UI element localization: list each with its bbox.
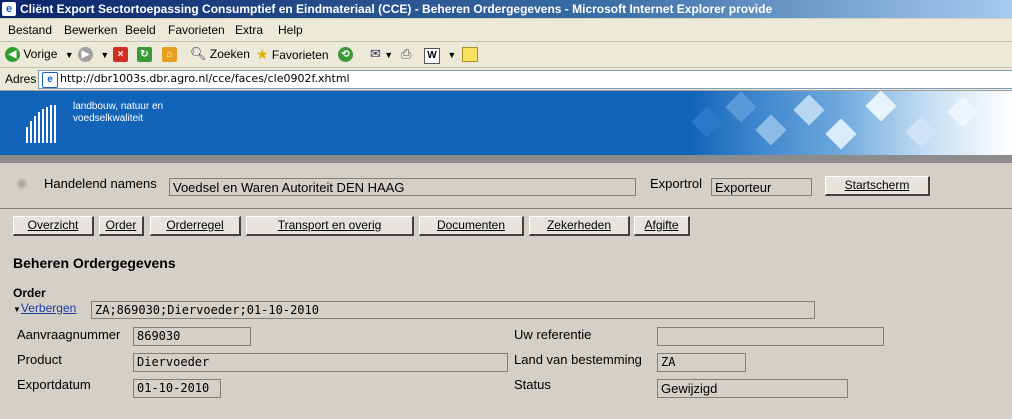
address-input[interactable]: e http://dbr1003s.dbr.agro.nl/cce/faces/… [38,70,1012,89]
hide-toggle[interactable]: ▼Verbergen [13,301,76,315]
search-icon: 🔍︎ [190,46,207,61]
exportdatum-field[interactable]: 01-10-2010 [133,379,221,398]
back-label: Vorige [23,47,58,61]
land-label: Land van bestemming [514,352,642,367]
window-title: Cliënt Export Sectortoepassing Consumpti… [20,2,773,16]
favorites-button[interactable]: ★ Favorieten [256,45,329,63]
exportrol-label: Exportrol [650,176,703,191]
history-icon: ⟲ [338,47,353,63]
home-button[interactable]: ⌂ [162,45,177,63]
address-url: http://dbr1003s.dbr.agro.nl/cce/faces/cl… [60,72,350,85]
printer-icon: ⎙ [401,46,412,61]
edit-button[interactable]: W ▼ [424,45,456,64]
divider [0,208,1012,209]
land-field[interactable]: ZA [657,353,746,372]
nav-order-button[interactable]: Order [99,216,144,236]
forward-arrow-icon: ▶ [78,47,93,63]
favorites-label: Favorieten [271,48,329,62]
aanvraagnummer-field[interactable]: 869030 [133,327,251,346]
address-label: Adres [5,72,37,86]
print-button[interactable]: ⎙ [401,45,411,63]
ie-logo-icon: e [2,2,16,16]
menu-extra[interactable]: Extra [235,23,263,37]
status-field[interactable]: Gewijzigd [657,379,848,398]
menu-help[interactable]: Help [278,23,303,37]
hide-link[interactable]: Verbergen [21,301,76,315]
menu-bar: Bestand Bewerken Beeld Favorieten Extra … [0,19,1012,42]
section-title: Order [13,286,46,300]
exportdatum-label: Exportdatum [17,377,91,392]
ministry-logo-icon [26,105,60,143]
nav-zekerheden-button[interactable]: Zekerheden [529,216,630,236]
order-summary-field: ZA;869030;Diervoeder;01-10-2010 [91,301,815,319]
ministry-name-line2: voedselkwaliteit [73,113,144,124]
window-title-bar: e Cliënt Export Sectortoepassing Consump… [0,0,1012,18]
status-label: Status [514,377,551,392]
aanvraagnummer-label: Aanvraagnummer [17,327,121,342]
exportrol-field[interactable]: Exporteur [711,178,812,196]
mail-button[interactable]: ✉ ▼ [370,45,393,63]
note-icon [462,47,478,63]
menu-bestand[interactable]: Bestand [8,23,52,37]
referentie-label: Uw referentie [514,327,592,342]
product-field[interactable]: Diervoeder [133,353,508,372]
address-bar: Adres e http://dbr1003s.dbr.agro.nl/cce/… [0,68,1012,91]
menu-bewerken[interactable]: Bewerken [64,23,117,37]
stop-button[interactable]: × [113,45,128,63]
nav-orderregel-button[interactable]: Orderregel [150,216,241,236]
header-pattern [690,91,1012,155]
menu-beeld[interactable]: Beeld [125,23,156,37]
startscherm-button[interactable]: Startscherm [825,176,930,196]
site-header: landbouw, natuur en voedselkwaliteit [0,91,1012,155]
search-button[interactable]: 🔍︎ Zoeken [190,45,250,63]
referentie-field[interactable] [657,327,884,346]
header-divider [0,155,1012,163]
back-button[interactable]: ◀ Vorige ▼ [5,45,74,63]
refresh-icon: ↻ [137,47,152,63]
home-icon: ⌂ [162,47,177,63]
word-edit-icon: W [424,48,440,64]
nav-overzicht-button[interactable]: Overzicht [13,216,94,236]
product-label: Product [17,352,62,367]
dropdown-arrow-icon[interactable]: ▼ [65,50,74,60]
stop-icon: × [113,47,128,63]
nav-transport-button[interactable]: Transport en overig [246,216,414,236]
search-label: Zoeken [209,47,250,61]
forward-button[interactable]: ▶ ▼ [78,45,109,63]
star-icon: ★ [256,46,269,62]
triangle-down-icon: ▼ [13,305,21,314]
handelend-label: Handelend namens [44,176,157,191]
dropdown-arrow-icon[interactable]: ▼ [384,50,393,60]
ministry-name: landbouw, natuur en voedselkwaliteit [73,101,163,125]
page-title: Beheren Ordergegevens [13,255,176,271]
history-button[interactable]: ⟲ [338,45,353,63]
dropdown-arrow-icon[interactable]: ▼ [447,50,456,60]
toolbar: ◀ Vorige ▼ ▶ ▼ × ↻ ⌂ 🔍︎ Zoeken ★ Favorie… [0,42,1012,68]
refresh-button[interactable]: ↻ [137,45,152,63]
dropdown-arrow-icon[interactable]: ▼ [100,50,109,60]
nav-documenten-button[interactable]: Documenten [419,216,524,236]
page-icon: e [42,72,58,88]
menu-favorieten[interactable]: Favorieten [168,23,225,37]
discuss-button[interactable] [462,45,478,63]
nav-afgifte-button[interactable]: Afgifte [634,216,690,236]
loading-spinner-icon: ✺ [16,176,28,192]
handelend-field[interactable]: Voedsel en Waren Autoriteit DEN HAAG [169,178,636,196]
mail-icon: ✉ [370,46,381,61]
ministry-name-line1: landbouw, natuur en [73,101,164,112]
back-arrow-icon: ◀ [5,47,20,63]
